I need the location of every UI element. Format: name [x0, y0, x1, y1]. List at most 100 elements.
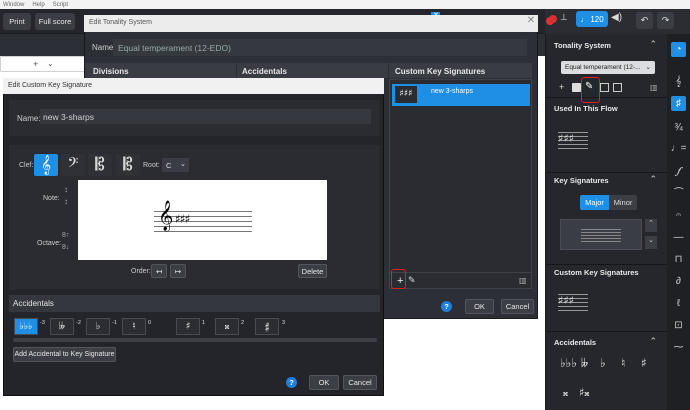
treble-clef-button[interactable]: 𝄞	[34, 154, 58, 176]
repeats-icon[interactable]: 𝄐	[671, 208, 686, 223]
lines-icon[interactable]: ⁓	[671, 340, 686, 355]
double-flat-icon[interactable]: 𝄫	[581, 356, 588, 371]
key-signatures-header[interactable]: Key Signatures	[554, 176, 609, 185]
double-sharp-icon[interactable]: 𝄪	[563, 386, 568, 400]
tonality-select[interactable]: Equal temperament (12-... ⌄	[561, 61, 655, 74]
natural-icon[interactable]: ♮	[621, 356, 625, 370]
print-button[interactable]: Print	[3, 13, 31, 30]
tonality-select-value: Equal temperament (12-...	[565, 64, 641, 71]
accidentals-header[interactable]: Accidentals	[554, 338, 596, 347]
sharp-icon: ♯♯♯	[558, 132, 574, 145]
bass-clef-button[interactable]: 𝄢	[61, 154, 85, 176]
down-arrow-icon[interactable]: ⌄	[645, 236, 657, 249]
right-icon-strip: ◔ 𝄞 ♯ ¾ ♩= 𝆑 ⏜ 𝄐 — ⊓ ∂ ℓ ⊡ ⁓	[667, 34, 690, 410]
full-score-button[interactable]: Full score	[35, 13, 75, 30]
import-icon[interactable]	[600, 83, 609, 92]
ornaments-icon[interactable]: ⏜	[671, 186, 686, 201]
speaker-icon[interactable]: ◀)	[611, 12, 622, 23]
name-input[interactable]: Equal temperament (12-EDO)	[113, 39, 527, 56]
marker-icon[interactable]: —	[671, 230, 686, 245]
custom-key-sigs-header: Custom Key Signatures	[389, 63, 532, 78]
key-signature-selector[interactable]	[560, 219, 642, 250]
key-sig-item-name: new 3-sharps	[431, 88, 474, 95]
add-accidental-button[interactable]: Add Accidental to Key Signature	[13, 347, 116, 362]
key-sig-ok-button[interactable]: OK	[309, 375, 339, 390]
root-value: C	[166, 161, 172, 170]
dynamics-icon[interactable]: 𝆑	[671, 164, 686, 179]
key-sig-cancel-button[interactable]: Cancel	[343, 375, 377, 390]
add-icon[interactable]: +	[559, 82, 564, 92]
undo-button[interactable]: ↶	[636, 12, 653, 29]
accidental-flat[interactable]: ♭	[86, 318, 110, 335]
key-sig-name-input[interactable]: new 3-sharps	[40, 109, 371, 124]
tonality-system-header[interactable]: Tonality System	[554, 41, 611, 50]
accidental-double-flat[interactable]: 𝄫	[50, 318, 74, 335]
accidental-triple-sharp[interactable]: 𝄰	[255, 318, 279, 335]
clef-icon[interactable]: 𝄞	[671, 74, 686, 89]
collapse-icon[interactable]: ⌃	[649, 174, 657, 185]
harp-icon[interactable]: ∂	[671, 274, 686, 289]
record-button[interactable]	[549, 15, 557, 23]
help-button[interactable]: ?	[441, 301, 452, 312]
octave-stepper-icon[interactable]: 8↑ 8↓	[62, 230, 69, 254]
percussion-icon[interactable]: ℓ	[671, 296, 686, 311]
fingering-icon[interactable]: ⊡	[671, 318, 686, 333]
custom-key-sig-thumbnail[interactable]: ♯♯♯	[558, 294, 588, 314]
used-in-flow-header[interactable]: Used In This Flow	[554, 104, 618, 113]
sharp-icon[interactable]: ♯	[641, 356, 647, 370]
accidental-triple-flat[interactable]: ♭♭♭	[14, 318, 38, 335]
palette-icon[interactable]: ◔	[671, 42, 686, 57]
duplicate-icon[interactable]	[572, 83, 581, 92]
alto-clef-button[interactable]: 𝄡	[88, 154, 112, 176]
menu-help[interactable]: Help	[32, 2, 44, 8]
flat-icon[interactable]: ♭	[600, 356, 606, 370]
staff-preview[interactable]: 𝄞 ♯♯♯	[78, 180, 327, 260]
minor-toggle[interactable]: Minor	[609, 195, 637, 210]
order-move-left-button[interactable]: ↤	[151, 264, 167, 278]
order-move-right-button[interactable]: ↦	[170, 264, 186, 278]
redo-button[interactable]: ↷	[657, 12, 674, 29]
divider	[546, 97, 668, 98]
menu-window[interactable]: Window	[3, 2, 24, 8]
tonality-ok-button[interactable]: OK	[465, 299, 494, 314]
tempo-button[interactable]: ♩ 120	[576, 11, 608, 27]
order-label: Order:	[131, 268, 151, 275]
triple-flat-icon[interactable]: ♭♭♭	[560, 356, 577, 370]
custom-key-signatures-header[interactable]: Custom Key Signatures	[554, 268, 639, 277]
root-select[interactable]: C ⌄	[162, 158, 189, 172]
trash-icon[interactable]: ▥	[650, 83, 658, 92]
accidentals-scrollbar[interactable]	[13, 338, 377, 342]
tonality-cancel-button[interactable]: Cancel	[501, 299, 534, 314]
key-sig-thumbnail[interactable]: ♯♯♯	[558, 132, 588, 152]
export-icon[interactable]	[613, 83, 622, 92]
time-signature-icon[interactable]: ¾	[671, 120, 686, 135]
close-icon[interactable]: ✕	[524, 15, 538, 32]
accidental-double-sharp[interactable]: 𝄪	[215, 318, 239, 335]
accidental-sharp[interactable]: ♯	[176, 318, 200, 335]
note-stepper-icon[interactable]: ↕ ↕	[64, 184, 68, 208]
redo-icon: ↷	[661, 15, 670, 25]
triple-sharp-icon[interactable]: ♯𝄪	[579, 386, 589, 400]
divisions-header: Divisions	[85, 63, 236, 78]
accidental-value: -1	[112, 320, 117, 326]
plus-icon[interactable]: +	[33, 59, 38, 69]
chevron-down-icon[interactable]: ⌄	[47, 59, 54, 68]
tempo-icon[interactable]: ♩=	[671, 141, 687, 156]
playing-technique-icon[interactable]: ⊓	[671, 252, 686, 267]
tenor-clef-button[interactable]: 𝄡	[116, 154, 140, 176]
key-sig-list-item[interactable]: ♯♯♯ new 3-sharps	[392, 84, 530, 106]
delete-button[interactable]: Delete	[298, 264, 327, 278]
menu-script[interactable]: Script	[53, 2, 68, 8]
collapse-icon[interactable]: ⌃	[649, 336, 657, 347]
trash-icon[interactable]: ▥	[519, 276, 527, 285]
edit-pencil-icon[interactable]: ✎	[408, 275, 416, 286]
key-signature-icon[interactable]: ♯	[671, 96, 686, 111]
help-button[interactable]: ?	[286, 377, 297, 388]
up-arrow-icon[interactable]: ⌃	[645, 219, 657, 232]
clef-label: Clef:	[19, 162, 34, 169]
sharp-icon: ♯♯♯	[558, 294, 574, 307]
collapse-icon[interactable]: ⌃	[649, 39, 657, 50]
major-toggle[interactable]: Major	[580, 195, 609, 210]
metronome-icon[interactable]: ⊥	[560, 12, 572, 25]
accidental-natural[interactable]: ♮	[122, 318, 146, 335]
